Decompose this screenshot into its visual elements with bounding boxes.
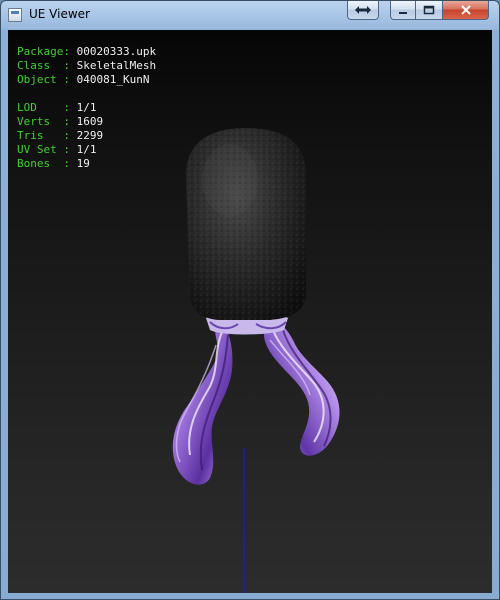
- title-bar[interactable]: UE Viewer: [1, 1, 499, 29]
- app-icon: [8, 8, 22, 22]
- ue-viewer-window: UE Viewer Package: 00020333.upk Class : …: [0, 0, 500, 600]
- window-title: UE Viewer: [29, 7, 90, 21]
- left-braid: [172, 320, 233, 485]
- 3d-viewport[interactable]: Package: 00020333.upk Class : SkeletalMe…: [8, 30, 492, 593]
- double-arrow-icon: [355, 6, 371, 14]
- maximize-icon: [423, 5, 435, 15]
- skeletal-mesh-render: [172, 128, 340, 593]
- minimize-icon: [399, 12, 407, 14]
- swap-button[interactable]: [347, 1, 379, 20]
- right-braid: [263, 321, 340, 456]
- hat: [185, 128, 306, 320]
- close-button[interactable]: [443, 1, 489, 20]
- minimize-button[interactable]: [390, 1, 416, 20]
- maximize-button[interactable]: [416, 1, 443, 20]
- close-icon: [460, 5, 471, 15]
